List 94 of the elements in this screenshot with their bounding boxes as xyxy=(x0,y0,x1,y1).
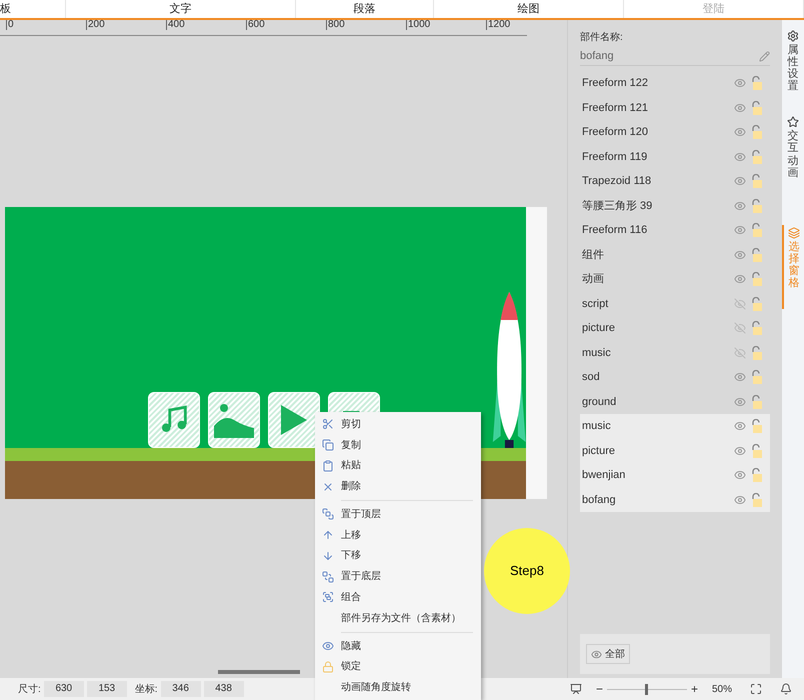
menu-item[interactable]: 动画随角度旋转 xyxy=(315,677,481,698)
layer-row[interactable]: music xyxy=(580,414,770,438)
height-field[interactable]: 153 xyxy=(86,681,127,697)
name-field[interactable]: bofang xyxy=(580,48,770,66)
layers-icon xyxy=(788,226,800,239)
ruler-label: 0 xyxy=(6,20,14,30)
padlock-icon[interactable] xyxy=(750,125,762,140)
eye-icon[interactable] xyxy=(734,77,746,90)
edit-icon[interactable] xyxy=(759,51,770,62)
star-icon xyxy=(787,116,799,128)
layer-row[interactable]: picture xyxy=(580,438,770,463)
ruler-label: 800 xyxy=(326,20,345,30)
down-icon xyxy=(322,550,334,562)
eye-icon xyxy=(591,648,602,660)
eye-icon[interactable] xyxy=(734,200,746,212)
zoom-out-button[interactable]: − xyxy=(596,680,603,698)
eye-icon[interactable] xyxy=(734,102,746,114)
eye-icon[interactable] xyxy=(734,175,746,188)
padlock-icon[interactable] xyxy=(750,346,762,360)
padlock-icon[interactable] xyxy=(750,419,762,434)
slider-thumb[interactable] xyxy=(645,684,648,694)
fit-screen-icon[interactable] xyxy=(750,683,762,695)
eye-icon[interactable] xyxy=(734,248,746,261)
gear-icon xyxy=(787,30,799,42)
menu-item[interactable]: 复制 xyxy=(315,434,481,456)
menu-item[interactable]: 删除 xyxy=(315,476,481,498)
presentation-icon[interactable] xyxy=(570,683,582,695)
zoom-in-button[interactable]: + xyxy=(690,680,698,698)
padlock-icon[interactable] xyxy=(750,321,762,336)
menu-item[interactable]: 置于顶层 xyxy=(315,504,481,525)
padlock-icon[interactable] xyxy=(750,100,762,115)
menu-item[interactable]: 粘贴 xyxy=(315,456,481,476)
padlock-icon[interactable] xyxy=(750,272,762,286)
show-all-button[interactable]: 全部 xyxy=(586,644,630,664)
zoom-slider[interactable] xyxy=(606,684,687,694)
size-label: 尺寸: xyxy=(18,682,41,696)
eye-icon[interactable] xyxy=(734,126,746,138)
cut-icon xyxy=(322,418,334,430)
copy-icon xyxy=(322,439,334,452)
name-label: 部件名称: xyxy=(580,30,624,45)
padlock-icon[interactable] xyxy=(750,492,762,507)
menu-tab[interactable]: 段落 xyxy=(296,0,434,18)
menu-item[interactable]: 隐藏 xyxy=(315,636,481,656)
eye-icon[interactable] xyxy=(734,273,746,286)
zoom-reading: 50% xyxy=(712,682,732,696)
padlock-icon[interactable] xyxy=(750,296,762,311)
menu-item[interactable]: 上移 xyxy=(315,524,481,546)
width-field[interactable]: 630 xyxy=(44,681,84,697)
bell-icon[interactable] xyxy=(780,683,792,695)
eye-icon[interactable] xyxy=(734,420,746,432)
padlock-icon[interactable] xyxy=(750,223,762,238)
menu-tab[interactable]: 板 xyxy=(0,0,66,18)
position-label: 坐标: xyxy=(134,682,158,696)
delete-icon xyxy=(322,480,334,493)
eye-icon[interactable] xyxy=(734,150,746,163)
x-field[interactable]: 346 xyxy=(160,681,201,697)
up-icon xyxy=(322,529,334,542)
padlock-icon[interactable] xyxy=(750,370,762,384)
eye-icon[interactable] xyxy=(734,469,746,482)
eye-icon[interactable] xyxy=(734,494,746,506)
ruler-label: 200 xyxy=(86,20,105,30)
menu-item[interactable]: 剪切 xyxy=(315,414,481,435)
layer-row[interactable]: bwenjian xyxy=(580,463,770,488)
eye-icon[interactable] xyxy=(734,396,746,408)
eye-icon[interactable] xyxy=(734,371,746,384)
padlock-icon[interactable] xyxy=(750,444,762,458)
padlock-icon[interactable] xyxy=(750,468,762,482)
menu-item[interactable]: 部件另存为文件（含素材） xyxy=(315,608,481,629)
menu-tab[interactable]: 文字 xyxy=(66,0,296,18)
padlock-icon[interactable] xyxy=(750,394,762,409)
play-icon xyxy=(278,403,309,437)
menu-item[interactable]: 置于底层 xyxy=(315,566,481,588)
menu-item[interactable]: 组合 xyxy=(315,587,481,608)
padlock-icon[interactable] xyxy=(750,248,762,262)
menu-tab[interactable]: 绘图 xyxy=(434,0,624,18)
y-field[interactable]: 438 xyxy=(204,681,244,697)
ruler-label: 400 xyxy=(166,20,185,30)
menu-item[interactable]: 锁定 xyxy=(315,656,481,678)
ruler-label: 1000 xyxy=(406,20,430,30)
side-tab[interactable]: 交互动画 xyxy=(782,114,804,181)
ruler-label: 600 xyxy=(246,20,265,30)
layer-row[interactable]: bofang xyxy=(580,488,770,512)
padlock-icon[interactable] xyxy=(750,150,762,164)
ruler-label: 1200 xyxy=(486,20,510,30)
menu-item[interactable]: 下移 xyxy=(315,546,481,566)
eye-icon[interactable] xyxy=(734,444,746,457)
paste-icon xyxy=(322,460,334,472)
group-icon xyxy=(322,591,334,604)
padlock-icon[interactable] xyxy=(750,174,762,188)
lock-icon xyxy=(322,660,334,673)
side-tab[interactable]: 属性设置 xyxy=(782,28,804,94)
eye-icon[interactable] xyxy=(734,224,746,236)
padlock-icon[interactable] xyxy=(750,198,762,213)
padlock-icon[interactable] xyxy=(750,76,762,90)
